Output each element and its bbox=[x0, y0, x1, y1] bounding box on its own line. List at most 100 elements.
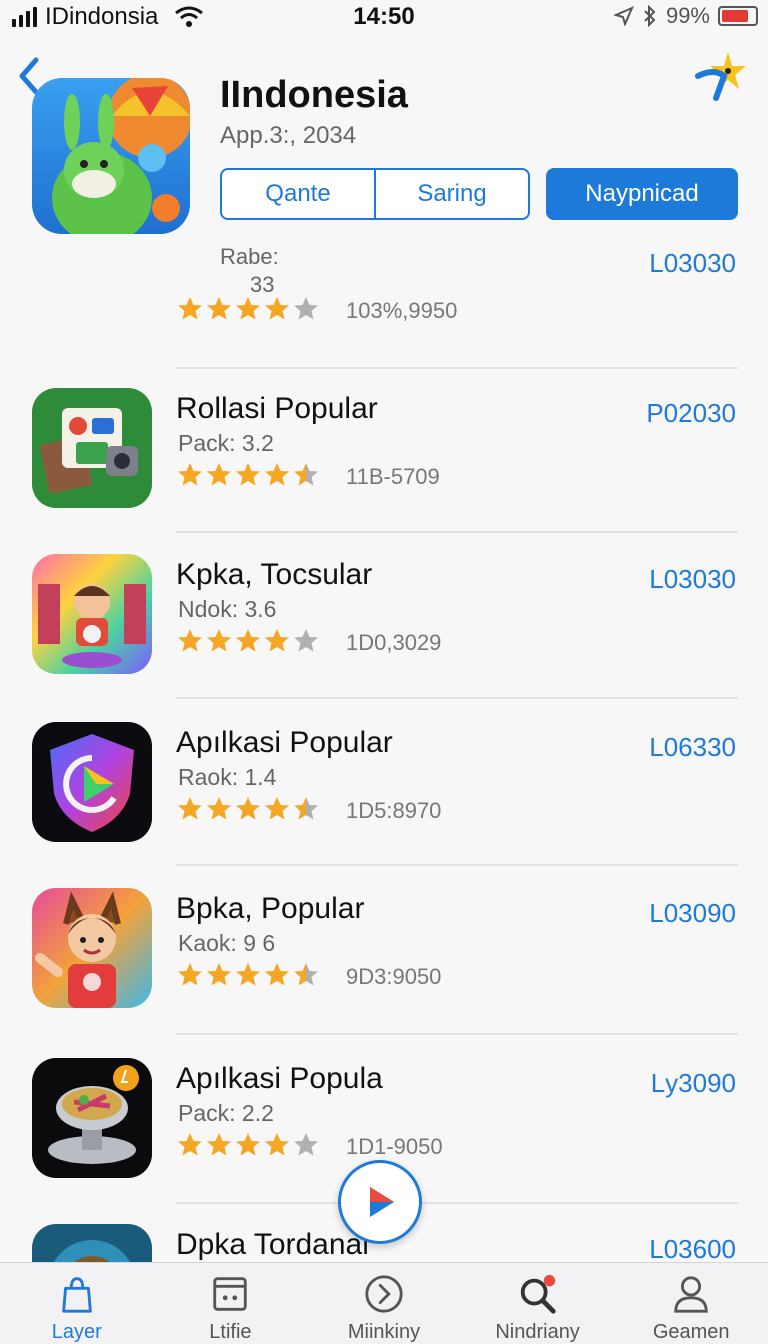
star-icon bbox=[294, 1133, 318, 1156]
star-icon bbox=[207, 629, 231, 652]
rating-count: 11B-5709 bbox=[346, 464, 440, 489]
status-bar: IDindonsia 14:50 99% bbox=[0, 0, 768, 34]
price-button[interactable]: L03600 bbox=[649, 1234, 736, 1262]
wifi-icon bbox=[175, 6, 204, 27]
price-button[interactable]: L06330 bbox=[649, 732, 736, 763]
star-icon bbox=[178, 629, 202, 652]
star-icon bbox=[236, 463, 260, 486]
stars-icon bbox=[178, 1133, 318, 1156]
price-button[interactable]: L03030 bbox=[649, 564, 736, 595]
hero-price-button[interactable]: L03030 bbox=[649, 248, 736, 279]
star-mascot-icon[interactable] bbox=[694, 46, 754, 106]
app-icon bbox=[32, 554, 152, 674]
list-item[interactable]: Bpka, Popular Kaok: 9 6 9D3:9050 L03090 bbox=[0, 888, 768, 1038]
rating-count: 1D0,3029 bbox=[346, 630, 442, 655]
rating-count: 1D1-9050 bbox=[346, 1134, 443, 1159]
divider bbox=[176, 697, 738, 699]
app-icon bbox=[32, 1224, 152, 1262]
tab-nindriany[interactable]: Nindriany bbox=[461, 1263, 615, 1344]
divider bbox=[176, 1033, 738, 1035]
tab-label: Nindriany bbox=[495, 1321, 580, 1343]
bluetooth-icon bbox=[644, 5, 656, 27]
divider bbox=[176, 864, 738, 866]
star-rating bbox=[176, 460, 322, 488]
star-rating bbox=[176, 960, 322, 988]
divider bbox=[176, 531, 738, 533]
star-icon bbox=[294, 963, 318, 986]
chevron-circle-icon bbox=[365, 1275, 403, 1313]
stars-icon bbox=[178, 797, 318, 820]
star-icon bbox=[207, 797, 231, 820]
stars-icon bbox=[178, 629, 318, 652]
star-icon bbox=[236, 963, 260, 986]
app-icon bbox=[32, 722, 152, 842]
star-rating bbox=[176, 1130, 322, 1158]
app-meta: Raok: 1.4 bbox=[178, 764, 277, 790]
price-button[interactable]: P02030 bbox=[646, 398, 736, 429]
star-icon bbox=[265, 629, 289, 652]
list-item[interactable]: Kpka, Tocsular Ndok: 3.6 1D0,3029 L03030 bbox=[0, 554, 768, 704]
segment-left[interactable]: Qante bbox=[222, 170, 374, 218]
rating-count: 9D3:9050 bbox=[346, 964, 442, 989]
search-icon bbox=[520, 1274, 556, 1314]
battery-icon bbox=[718, 6, 758, 26]
hero-star-rating bbox=[176, 294, 322, 322]
star-icon bbox=[178, 963, 202, 986]
square-icon bbox=[213, 1277, 248, 1311]
list-item[interactable]: Apılkasi Popular Raok: 1.4 1D5:8970 L063… bbox=[0, 722, 768, 872]
star-icon bbox=[178, 797, 202, 820]
download-button[interactable]: Naypnicad bbox=[546, 168, 738, 220]
app-meta: Pack: 2.2 bbox=[178, 1100, 274, 1126]
star-icon bbox=[207, 1133, 231, 1156]
app-icon bbox=[32, 1058, 152, 1178]
star-icon bbox=[265, 797, 289, 820]
star-icon bbox=[236, 629, 260, 652]
star-icon bbox=[236, 1133, 260, 1156]
divider bbox=[176, 367, 738, 369]
star-icon bbox=[265, 963, 289, 986]
divider bbox=[176, 1202, 738, 1204]
app-title: Apılkasi Popular bbox=[176, 726, 393, 759]
tab-geamen[interactable]: Geamen bbox=[614, 1263, 768, 1344]
app-title: Dpka Tordanal bbox=[176, 1228, 369, 1261]
bag-icon bbox=[62, 1277, 92, 1313]
star-icon bbox=[294, 297, 318, 320]
status-right: 99% bbox=[613, 3, 758, 29]
app-meta: Ndok: 3.6 bbox=[178, 596, 277, 622]
price-button[interactable]: L03090 bbox=[649, 898, 736, 929]
rating-label: Rabe: bbox=[220, 244, 279, 269]
rating-count: 1D5:8970 bbox=[346, 798, 442, 823]
tab-label: Ltifie bbox=[209, 1321, 252, 1343]
app-title: Rollasi Popular bbox=[176, 392, 378, 425]
segmented-control: Qante Saring bbox=[220, 168, 530, 220]
app-title: Apılkasi Popula bbox=[176, 1062, 383, 1095]
play-button[interactable] bbox=[338, 1160, 422, 1244]
hero-app-icon[interactable] bbox=[32, 78, 190, 234]
star-icon bbox=[294, 629, 318, 652]
star-rating bbox=[176, 626, 322, 654]
play-icon bbox=[370, 1187, 394, 1217]
star-rating bbox=[176, 794, 322, 822]
signal-icon bbox=[12, 7, 37, 27]
app-icon bbox=[32, 388, 152, 508]
star-icon bbox=[265, 1133, 289, 1156]
tab-ltifie[interactable]: Ltifie bbox=[154, 1263, 308, 1344]
star-icon bbox=[265, 463, 289, 486]
list-item[interactable]: Rollasi Popular Pack: 3.2 11B-5709 P0203… bbox=[0, 388, 768, 538]
battery-percent: 99% bbox=[665, 3, 710, 28]
app-title: Bpka, Popular bbox=[176, 892, 365, 925]
stars-icon bbox=[178, 297, 318, 320]
star-icon bbox=[207, 463, 231, 486]
tab-miinkiny[interactable]: Miinkiny bbox=[307, 1263, 461, 1344]
star-icon bbox=[207, 297, 231, 320]
segment-right[interactable]: Saring bbox=[374, 170, 528, 218]
stars-icon bbox=[178, 963, 318, 986]
star-icon bbox=[236, 297, 260, 320]
hero-rating-count: 103%,9950 bbox=[346, 298, 458, 323]
tab-layer[interactable]: Layer bbox=[0, 1263, 154, 1344]
app-icon bbox=[32, 888, 152, 1008]
price-button[interactable]: Lу3090 bbox=[651, 1068, 736, 1099]
stars-icon bbox=[178, 463, 318, 486]
carrier-label: IDindonsia bbox=[45, 3, 159, 30]
location-icon bbox=[613, 6, 634, 26]
